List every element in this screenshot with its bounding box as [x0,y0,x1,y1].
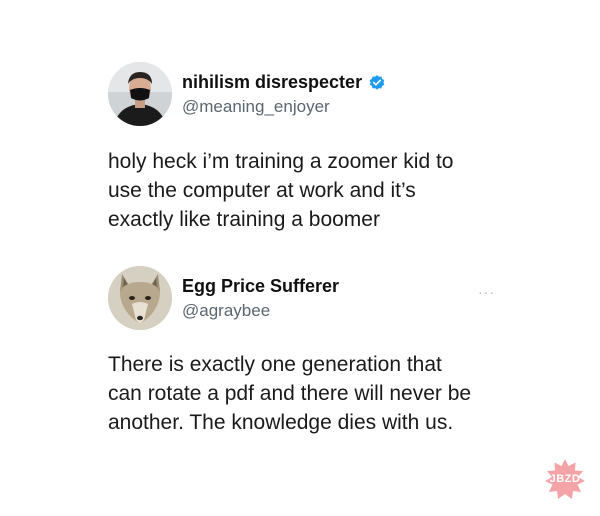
tweet-text-line: can rotate a pdf and there will never be [108,382,472,405]
more-options-icon[interactable]: ··· [478,284,495,300]
display-name[interactable]: Egg Price Sufferer [182,276,339,297]
tweet-text: holy heck i’m training a zoomer kid to u… [108,147,528,234]
handle[interactable]: @agraybee [182,301,270,321]
tweet-text-line: There is exactly one generation that [108,353,442,376]
watermark-text: JBZD [549,473,581,485]
handle[interactable]: @meaning_enjoyer [182,97,330,117]
tweet-text-line: exactly like training a boomer [108,208,380,231]
display-name[interactable]: nihilism disrespecter [182,72,362,93]
avatar[interactable] [108,266,172,330]
tweet-text: There is exactly one generation that can… [108,350,528,437]
verified-badge-icon [369,74,385,90]
tweet-text-line: another. The knowledge dies with us. [108,411,454,434]
jbzd-watermark: JBZD [544,458,586,500]
tweet-text-line: holy heck i’m training a zoomer kid to [108,150,454,173]
tweet-text-line: use the computer at work and it’s [108,179,416,202]
avatar[interactable] [108,62,172,126]
coyote-avatar-icon [108,266,172,330]
man-in-black-mask-avatar-icon [108,62,172,126]
